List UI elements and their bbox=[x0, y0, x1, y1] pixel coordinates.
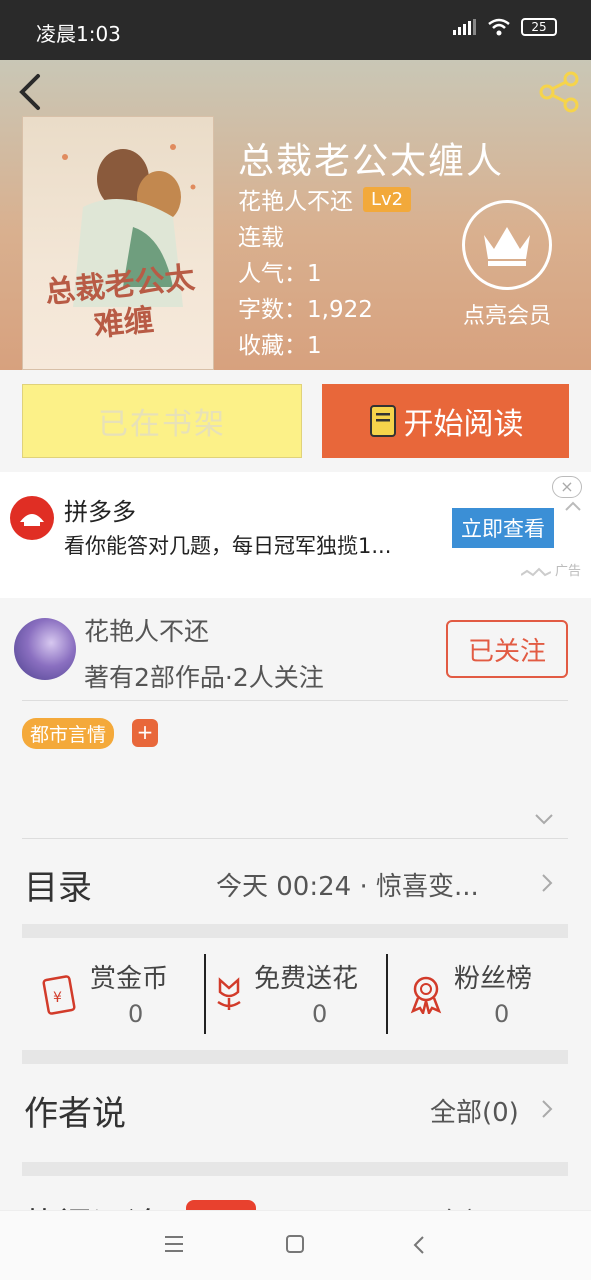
ad-text: 看你能答对几题，每日冠军独揽1... bbox=[64, 534, 392, 558]
book-author[interactable]: 花艳人不还 bbox=[238, 182, 353, 216]
author-says-row[interactable]: 作者说 全部(0) bbox=[0, 1066, 591, 1162]
status-bar: 凌晨1:03 25 bbox=[0, 0, 591, 60]
start-reading-label: 开始阅读 bbox=[403, 407, 524, 442]
section-divider bbox=[22, 924, 568, 938]
ad-label: 广告 bbox=[554, 564, 581, 579]
chevron-right-icon bbox=[542, 1100, 553, 1118]
support-stats: ¥ 赏金币 0 免费送花 0 粉丝榜 0 bbox=[22, 952, 568, 1036]
flower-icon bbox=[217, 977, 241, 1010]
author-card: 花艳人不还 著有2部作品·2人关注 已关注 都市言情 + bbox=[0, 598, 591, 839]
wifi-icon bbox=[488, 18, 510, 36]
chevron-up-icon[interactable] bbox=[564, 500, 582, 512]
author-says-title: 作者说 bbox=[24, 1094, 126, 1134]
share-icon[interactable] bbox=[537, 70, 581, 114]
action-bar: 已在书架 开始阅读 bbox=[0, 370, 591, 472]
ad-close-icon[interactable]: × bbox=[552, 476, 582, 498]
system-nav-bar bbox=[0, 1210, 591, 1280]
book-cover[interactable]: 总裁老公太难缠 bbox=[22, 116, 214, 370]
status-time: 凌晨1:03 bbox=[36, 22, 121, 46]
author-avatar[interactable] bbox=[14, 618, 76, 680]
divider bbox=[22, 700, 568, 701]
signal-icon bbox=[453, 19, 476, 35]
stat-flower-label: 免费送花 bbox=[254, 964, 359, 994]
vip-label: 点亮会员 bbox=[462, 304, 551, 329]
vip-button[interactable]: 点亮会员 bbox=[452, 200, 562, 330]
stat-reward-value: 0 bbox=[128, 1000, 144, 1028]
menu-icon[interactable] bbox=[164, 1235, 184, 1253]
book-icon bbox=[369, 405, 396, 437]
latest-chapter: 今天 00:24 · 惊喜变... bbox=[216, 872, 479, 902]
toc-row[interactable]: 目录 今天 00:24 · 惊喜变... bbox=[0, 840, 591, 926]
stat-flower-value: 0 bbox=[312, 1000, 328, 1028]
crown-icon bbox=[462, 200, 552, 290]
home-icon[interactable] bbox=[286, 1235, 304, 1253]
stat-reward-label: 赏金币 bbox=[90, 964, 169, 994]
author-name[interactable]: 花艳人不还 bbox=[84, 612, 209, 648]
ad-wave-icon bbox=[520, 567, 552, 576]
chevron-down-icon[interactable] bbox=[534, 812, 554, 826]
section-divider bbox=[22, 1162, 568, 1176]
section-divider bbox=[22, 1050, 568, 1064]
medal-icon bbox=[410, 976, 442, 1014]
ad-banner[interactable]: 拼多多 看你能答对几题，每日冠军独揽1... 立即查看 × 广告 bbox=[0, 472, 591, 598]
status-icons: 25 bbox=[453, 18, 557, 36]
in-shelf-button[interactable]: 已在书架 bbox=[22, 384, 302, 458]
cover-title: 总裁老公太难缠 bbox=[43, 260, 197, 344]
genre-tag[interactable]: 都市言情 bbox=[22, 718, 115, 749]
level-badge: Lv2 bbox=[363, 186, 412, 212]
book-title: 总裁老公太缠人 bbox=[238, 141, 505, 182]
svg-text:¥: ¥ bbox=[53, 990, 62, 1006]
book-status: 连载 bbox=[238, 225, 284, 251]
add-tag-button[interactable]: + bbox=[132, 719, 158, 747]
coin-envelope-icon: ¥ bbox=[42, 975, 76, 1015]
start-reading-button[interactable]: 开始阅读 bbox=[322, 384, 569, 458]
ad-brand: 拼多多 bbox=[64, 498, 136, 526]
author-info: 著有2部作品·2人关注 bbox=[84, 663, 324, 692]
stat-reward[interactable]: ¥ 赏金币 0 bbox=[22, 952, 204, 1036]
pinduoduo-logo-icon bbox=[10, 496, 54, 540]
battery-icon: 25 bbox=[521, 18, 557, 36]
stat-flower[interactable]: 免费送花 0 bbox=[206, 952, 386, 1036]
follow-button[interactable]: 已关注 bbox=[446, 620, 568, 678]
book-favorites: 收藏：1 bbox=[238, 333, 322, 359]
book-header: 总裁老公太难缠 总裁老公太缠人 花艳人不还 Lv2 连载 人气：1 字数：1,9… bbox=[0, 60, 591, 370]
author-row: 花艳人不还 Lv2 bbox=[238, 182, 412, 216]
book-popularity: 人气：1 bbox=[238, 261, 322, 287]
ad-view-button[interactable]: 立即查看 bbox=[452, 508, 554, 548]
toc-title: 目录 bbox=[24, 868, 92, 908]
stat-fans-value: 0 bbox=[494, 1000, 510, 1028]
divider bbox=[22, 838, 568, 839]
stat-fans[interactable]: 粉丝榜 0 bbox=[388, 952, 568, 1036]
chevron-right-icon bbox=[542, 874, 553, 892]
back-nav-icon[interactable] bbox=[412, 1235, 426, 1255]
author-says-all: 全部(0) bbox=[430, 1098, 519, 1128]
back-icon[interactable] bbox=[12, 70, 52, 114]
stat-fans-label: 粉丝榜 bbox=[454, 964, 533, 994]
book-word-count: 字数：1,922 bbox=[238, 297, 373, 323]
ad-tag: 广告 bbox=[520, 560, 581, 579]
